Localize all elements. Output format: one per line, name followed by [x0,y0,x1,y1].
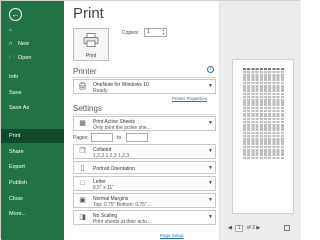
printer-properties-link[interactable]: Printer Properties [172,96,207,101]
nav-home[interactable]: ⌂ [1,24,64,36]
page-setup-link[interactable]: Page Setup [160,233,184,238]
backstage-window: ← ⌂ □ New 🗁 Open Info Save Save As Print S… [0,0,301,240]
copies-value: 1 [147,29,150,35]
margins-dropdown[interactable]: ▣ Normal Margins Top: 0.75" Bottom: 0.75… [73,193,216,208]
pages-from-input[interactable] [91,133,113,142]
chevron-down-icon: ▼ [208,180,213,186]
nav-close[interactable]: Close [1,193,64,205]
nav-new[interactable]: □ New [1,38,64,50]
settings-heading: Settings [73,104,102,113]
copies-input[interactable]: 1 ▲ ▼ [144,28,167,37]
print-preview: ◀ 1 of 2 ▶ [220,1,301,240]
nav-publish[interactable]: Publish [1,177,64,189]
info-icon[interactable]: i [207,66,214,73]
scaling-desc: Print sheets at their actu... [93,218,152,225]
print-what-desc: Only print the active she... [93,124,151,131]
chevron-down-icon: ▼ [208,214,213,220]
preview-sheet-content [243,68,285,160]
print-panel: Print Print Copies: 1 ▲ ▼ Printer i 🖨 One… [64,1,301,240]
nav-open[interactable]: 🗁 Open [1,52,64,64]
chevron-down-icon: ▼ [208,197,213,203]
pages-to-label: to [117,135,122,141]
printer-heading: Printer [73,67,97,76]
current-page-input[interactable]: 1 [235,225,244,232]
print-button-label: Print [85,53,97,59]
scaling-icon: ◨ [79,214,86,221]
chevron-down-icon: ▼ [208,148,213,154]
back-arrow-icon[interactable]: ← [9,8,22,21]
sheets-icon: ▦ [79,120,86,127]
preview-page [232,59,294,214]
printer-icon [83,33,99,47]
orientation-label: Portrait Orientation [93,166,135,172]
margins-desc: Top: 0.75" Bottom: 0.75"... [93,201,152,208]
page-navigator: ◀ 1 of 2 ▶ [228,225,260,232]
collate-icon: ❐ [79,148,86,155]
nav-print[interactable]: Print [1,129,64,143]
nav-share[interactable]: Share [1,146,64,158]
portrait-icon: ▯ [80,165,85,172]
collate-desc: 1,2,3 1,2,3 1,2,3 [93,152,130,159]
orientation-dropdown[interactable]: ▯ Portrait Orientation ▼ [73,161,216,174]
scaling-dropdown[interactable]: ◨ No Scaling Print sheets at their actu.… [73,210,216,225]
copies-spinner[interactable]: ▲ ▼ [161,28,166,36]
pages-label: Pages: [73,135,89,141]
chevron-down-icon: ▼ [208,120,213,126]
printer-device-icon: 🖨 [78,83,87,90]
nav-info[interactable]: Info [1,71,64,83]
nav-save-as[interactable]: Save As [1,102,64,114]
page-title: Print [73,5,104,22]
copies-label: Copies: [122,30,139,36]
margins-icon: ▣ [79,197,86,204]
next-page-icon[interactable]: ▶ [256,225,260,231]
printer-divider [73,77,216,78]
nav-export[interactable]: Export [1,161,64,173]
open-icon: 🗁 [9,55,16,61]
paper-size-dropdown[interactable]: □ Letter 8.5" x 11" ▼ [73,176,216,191]
prev-page-icon[interactable]: ◀ [228,225,232,231]
chevron-down-icon: ▼ [208,83,213,89]
print-button[interactable]: Print [73,28,109,61]
new-icon: □ [9,41,13,47]
page-count-label: of 2 [246,225,255,231]
printer-dropdown[interactable]: 🖨 OneNote for Windows 10 Ready ▼ [73,79,216,94]
backstage-sidebar: ← ⌂ □ New 🗁 Open Info Save Save As Print S… [1,1,64,240]
chevron-down-icon: ▼ [208,165,213,171]
settings-divider [73,114,216,115]
print-what-dropdown[interactable]: ▦ Print Active Sheets Only print the act… [73,116,216,131]
zoom-to-page-icon[interactable] [284,225,290,231]
paper-desc: 8.5" x 11" [93,184,114,191]
printer-status: Ready [93,87,108,94]
collate-dropdown[interactable]: ❐ Collated 1,2,3 1,2,3 1,2,3 ▼ [73,144,216,159]
paper-icon: □ [80,180,85,187]
home-icon: ⌂ [9,27,13,33]
nav-more[interactable]: More... [1,208,64,220]
pages-to-input[interactable] [126,133,148,142]
nav-save[interactable]: Save [1,87,64,99]
